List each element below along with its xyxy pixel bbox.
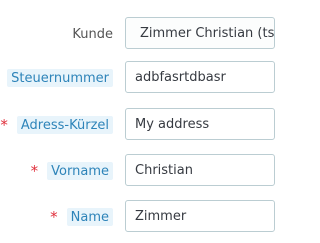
first-name-label: Vorname — [47, 162, 113, 180]
tax-number-input[interactable]: adbfasrtdbasr — [125, 61, 275, 93]
last-name-row: * Name Zimmer — [0, 200, 275, 234]
first-name-input[interactable]: Christian — [125, 154, 275, 186]
customer-field[interactable]: Zimmer Christian (ts — [125, 17, 275, 49]
tax-number-label-wrap: Steuernummer — [7, 61, 113, 95]
first-name-label-wrap: * Vorname — [31, 154, 113, 188]
customer-row: Kunde Zimmer Christian (ts — [0, 17, 275, 51]
last-name-value: Zimmer — [135, 208, 187, 224]
last-name-input[interactable]: Zimmer — [125, 200, 275, 232]
tax-number-value: adbfasrtdbasr — [135, 69, 226, 85]
address-alias-value: My address — [135, 116, 210, 132]
tax-number-row: Steuernummer adbfasrtdbasr — [0, 61, 275, 95]
address-alias-label-wrap: * Adress-Kürzel — [0, 108, 113, 142]
tax-number-label: Steuernummer — [7, 69, 113, 87]
customer-label: Kunde — [72, 26, 113, 42]
required-marker: * — [50, 207, 58, 226]
address-alias-row: * Adress-Kürzel My address — [0, 108, 275, 142]
address-alias-label: Adress-Kürzel — [16, 116, 113, 134]
first-name-row: * Vorname Christian — [0, 154, 275, 188]
required-marker: * — [0, 115, 8, 134]
customer-label-wrap: Kunde — [72, 17, 113, 51]
last-name-label-wrap: * Name — [50, 200, 113, 234]
first-name-value: Christian — [135, 162, 193, 178]
customer-value: Zimmer Christian (ts — [140, 25, 275, 41]
last-name-label: Name — [66, 208, 113, 226]
required-marker: * — [30, 161, 39, 180]
address-alias-input[interactable]: My address — [125, 108, 275, 140]
